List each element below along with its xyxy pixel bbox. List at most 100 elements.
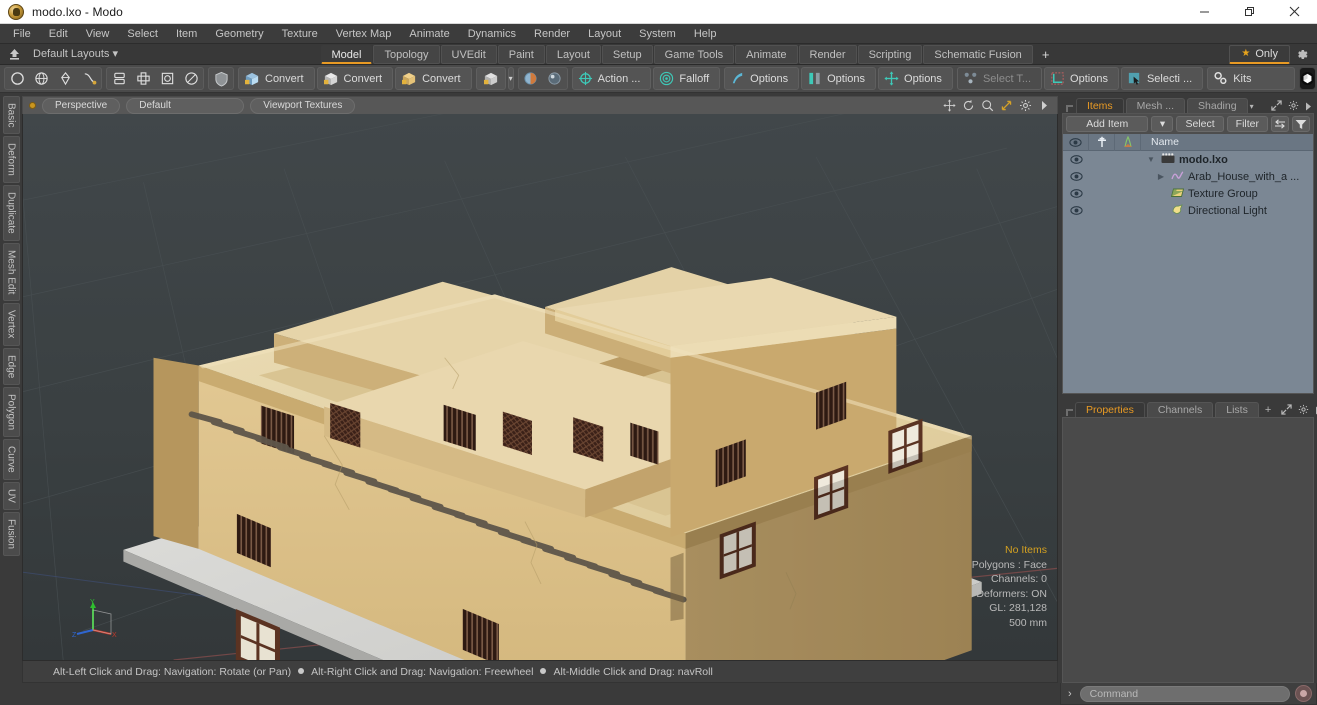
select-through-button[interactable]: Select T... — [956, 67, 1043, 90]
menu-edit[interactable]: Edit — [40, 24, 77, 44]
workplane-options-button[interactable]: Options — [1044, 67, 1119, 90]
selection-set-button[interactable]: Selecti ... — [1120, 67, 1204, 90]
tab-edge[interactable]: Edge — [2, 347, 20, 386]
layout-tab-render[interactable]: Render — [798, 44, 857, 64]
layout-tab-layout[interactable]: Layout — [545, 44, 601, 64]
add-properties-tab-button[interactable]: + — [1261, 404, 1275, 417]
chevron-right-icon[interactable] — [1303, 102, 1314, 113]
tree-expander[interactable]: ▶ — [1155, 172, 1167, 181]
list-item[interactable]: ▶ Arab_House_with_a ... — [1063, 168, 1313, 185]
tab-items[interactable]: Items — [1076, 98, 1124, 113]
convert-button-1[interactable]: Convert — [238, 67, 315, 90]
layout-tab-animate[interactable]: Animate — [735, 44, 798, 64]
mesh-stack-icon[interactable] — [107, 68, 131, 89]
convert-button-3[interactable]: Convert — [395, 67, 472, 90]
layout-tab-uvedit[interactable]: UVEdit — [440, 44, 497, 64]
close-button[interactable] — [1272, 0, 1317, 24]
tab-fusion[interactable]: Fusion — [2, 511, 20, 556]
tab-shading[interactable]: Shading — [1187, 98, 1248, 113]
list-item[interactable]: Texture Group — [1063, 185, 1313, 202]
mesh-round-icon[interactable] — [179, 68, 203, 89]
record-icon[interactable] — [1295, 685, 1312, 702]
select-button[interactable]: Select — [1176, 116, 1224, 132]
action-center-button[interactable]: Action ... — [571, 67, 652, 90]
layout-tab-model[interactable]: Model — [320, 44, 373, 64]
minimize-button[interactable] — [1182, 0, 1227, 24]
tab-polygon[interactable]: Polygon — [2, 387, 20, 438]
chevron-down-icon[interactable]: ▾ — [1250, 102, 1257, 113]
gear-icon[interactable] — [1286, 100, 1301, 113]
filter-button[interactable]: Filter — [1226, 116, 1268, 132]
layout-tab-topology[interactable]: Topology — [373, 44, 440, 64]
list-item[interactable]: Directional Light — [1063, 202, 1313, 219]
tab-properties[interactable]: Properties — [1075, 402, 1145, 417]
expand-icon[interactable] — [1269, 100, 1284, 113]
menu-item[interactable]: Item — [167, 24, 206, 44]
viewport-menu-dot-icon[interactable] — [29, 102, 36, 109]
rotate-icon[interactable] — [962, 99, 975, 112]
render-flag-icon[interactable] — [1115, 133, 1141, 151]
list-item[interactable]: ▼ modo.lxo — [1063, 151, 1313, 168]
menu-view[interactable]: View — [77, 24, 119, 44]
layout-tab-setup[interactable]: Setup — [601, 44, 653, 64]
layout-tab-paint[interactable]: Paint — [497, 44, 545, 64]
row-visibility-icon[interactable] — [1063, 206, 1089, 215]
menu-layout[interactable]: Layout — [579, 24, 630, 44]
globe-icon[interactable] — [29, 68, 53, 89]
shield-icon[interactable] — [209, 68, 233, 89]
tab-duplicate[interactable]: Duplicate — [2, 185, 20, 241]
home-layout-icon[interactable] — [4, 45, 24, 64]
row-visibility-icon[interactable] — [1063, 189, 1089, 198]
falloff-button[interactable]: Falloff — [653, 67, 721, 90]
eye-icon[interactable] — [1063, 133, 1089, 151]
viewport-projection-dropdown[interactable]: Perspective — [42, 97, 121, 114]
tree-expander[interactable]: ▼ — [1145, 155, 1157, 164]
menu-file[interactable]: File — [4, 24, 40, 44]
swap-icon[interactable] — [1271, 116, 1289, 132]
symmetry-options-button[interactable]: Options — [801, 67, 877, 90]
fit-icon[interactable] — [1000, 99, 1013, 112]
row-visibility-icon[interactable] — [1063, 172, 1089, 181]
zoom-icon[interactable] — [981, 99, 994, 112]
panel-corner-icon[interactable] — [1066, 405, 1073, 417]
3d-viewport[interactable]: Y X Z No Items Polygons : Face Channels:… — [22, 114, 1058, 661]
kits-button[interactable]: Kits — [1207, 67, 1296, 90]
only-toggle-button[interactable]: ★ Only — [1229, 44, 1290, 64]
menu-animate[interactable]: Animate — [400, 24, 458, 44]
paint-sphere-dark-icon[interactable] — [543, 68, 567, 89]
pen-icon[interactable] — [53, 68, 77, 89]
add-layout-tab-button[interactable]: + — [1034, 45, 1058, 64]
chevron-right-icon[interactable] — [1313, 406, 1317, 417]
command-input[interactable] — [1079, 685, 1290, 702]
chevron-right-icon[interactable] — [1038, 99, 1051, 112]
circle-icon[interactable] — [5, 68, 29, 89]
unity-icon[interactable] — [1299, 67, 1317, 90]
menu-select[interactable]: Select — [118, 24, 167, 44]
layout-tab-scripting[interactable]: Scripting — [857, 44, 923, 64]
cube-tool-button[interactable] — [475, 67, 506, 90]
mesh-cross-icon[interactable] — [131, 68, 155, 89]
menu-vertex-map[interactable]: Vertex Map — [327, 24, 401, 44]
properties-panel-body[interactable] — [1062, 417, 1314, 683]
menu-render[interactable]: Render — [525, 24, 579, 44]
cube-tool-caret[interactable]: ▾ — [507, 67, 514, 90]
tab-mesh[interactable]: Mesh ... — [1125, 98, 1186, 113]
maximize-button[interactable] — [1227, 0, 1272, 24]
snap-options-button[interactable]: Options — [724, 67, 800, 90]
tab-basic[interactable]: Basic — [2, 96, 20, 135]
tab-vertex[interactable]: Vertex — [2, 303, 20, 346]
gear-icon[interactable] — [1019, 99, 1032, 112]
pin-icon[interactable] — [1089, 133, 1115, 151]
menu-system[interactable]: System — [630, 24, 685, 44]
tab-lists[interactable]: Lists — [1215, 402, 1259, 417]
viewport-shading-dropdown[interactable]: Viewport Textures — [250, 97, 356, 114]
menu-dynamics[interactable]: Dynamics — [459, 24, 525, 44]
viewport-style-dropdown[interactable]: Default — [126, 97, 245, 114]
mesh-box-icon[interactable] — [155, 68, 179, 89]
panel-corner-icon[interactable] — [1066, 101, 1074, 113]
tab-curve[interactable]: Curve — [2, 439, 20, 480]
layout-tab-game-tools[interactable]: Game Tools — [653, 44, 735, 64]
curve-icon[interactable] — [77, 68, 101, 89]
tab-deform[interactable]: Deform — [2, 136, 20, 184]
pan-icon[interactable] — [943, 99, 956, 112]
